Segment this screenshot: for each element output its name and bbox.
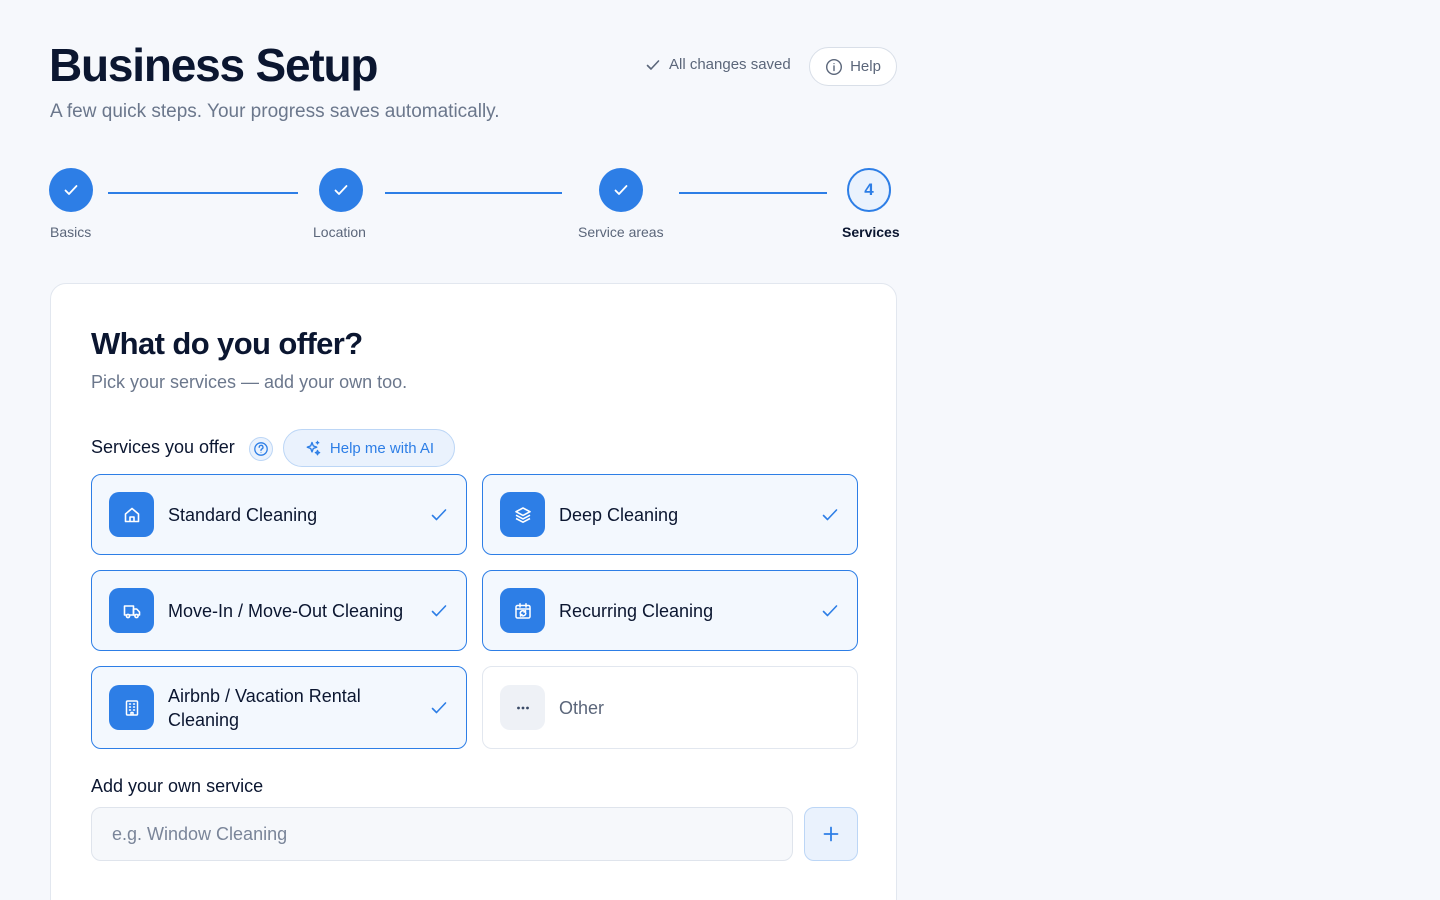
business-setup-page: Business Setup A few quick steps. Your p… [0,0,1440,900]
step-services-circle[interactable]: 4 [847,168,891,212]
service-option-deep-cleaning[interactable]: Deep Cleaning [482,474,858,555]
service-option-label: Standard Cleaning [168,504,318,525]
layers-icon [500,492,545,537]
calendar-repeat-icon [500,588,545,633]
check-icon [822,508,838,520]
service-option-other[interactable]: Other [482,666,858,749]
save-status: All changes saved [645,56,791,73]
step-location-label: Location [313,224,366,240]
step-connector [385,192,562,194]
save-status-text: All changes saved [669,56,791,73]
add-service-label: Add your own service [91,776,264,796]
page-subtitle: A few quick steps. Your progress saves a… [50,101,500,122]
check-icon [646,59,660,70]
service-option-standard-cleaning[interactable]: Standard Cleaning [91,474,467,555]
add-service-input[interactable] [91,807,793,861]
check-icon [334,185,348,195]
info-icon [826,58,843,75]
plus-icon [823,826,839,842]
service-option-label: Other [559,697,605,718]
services-card: What do you offer? Pick your services — … [50,283,897,900]
service-option-recurring-cleaning[interactable]: Recurring Cleaning [482,570,858,651]
page-title: Business Setup [49,39,378,91]
check-icon [64,185,78,195]
question-icon[interactable] [249,437,273,461]
step-connector [679,192,827,194]
card-subtitle: Pick your services — add your own too. [91,372,408,392]
step-location-circle[interactable] [319,168,363,212]
step-basics-circle[interactable] [49,168,93,212]
check-icon [822,604,838,616]
step-service-areas-label: Service areas [578,224,664,240]
service-option-move-in-move-out[interactable]: Move-In / Move-Out Cleaning [91,570,467,651]
service-option-label: Recurring Cleaning [559,600,714,621]
step-service-areas-circle[interactable] [599,168,643,212]
check-icon [431,701,447,713]
step-connector [108,192,298,194]
ai-button-label: Help me with AI [329,439,435,457]
question-glyph [254,442,268,456]
help-button-label: Help [850,58,881,75]
truck-icon [109,588,154,633]
help-me-with-ai-button[interactable]: Help me with AI [283,429,455,467]
more-icon [500,685,545,730]
check-icon [431,604,447,616]
sparkles-icon [306,440,321,456]
service-option-label: Airbnb / Vacation Rental Cleaning [168,685,361,730]
service-option-label: Deep Cleaning [559,504,679,525]
service-option-label: Move-In / Move-Out Cleaning [168,600,404,621]
service-option-airbnb-vacation-rental[interactable]: Airbnb / Vacation Rental Cleaning [91,666,467,749]
step-basics-label: Basics [50,224,92,240]
services-label: Services you offer [91,437,235,457]
add-service-button[interactable] [804,807,858,861]
check-icon [431,508,447,520]
home-icon [109,492,154,537]
help-button[interactable]: Help [809,47,897,86]
check-icon [614,185,628,195]
building-icon [109,685,154,730]
card-title: What do you offer? [91,326,363,361]
step-services-label: Services [842,224,900,240]
